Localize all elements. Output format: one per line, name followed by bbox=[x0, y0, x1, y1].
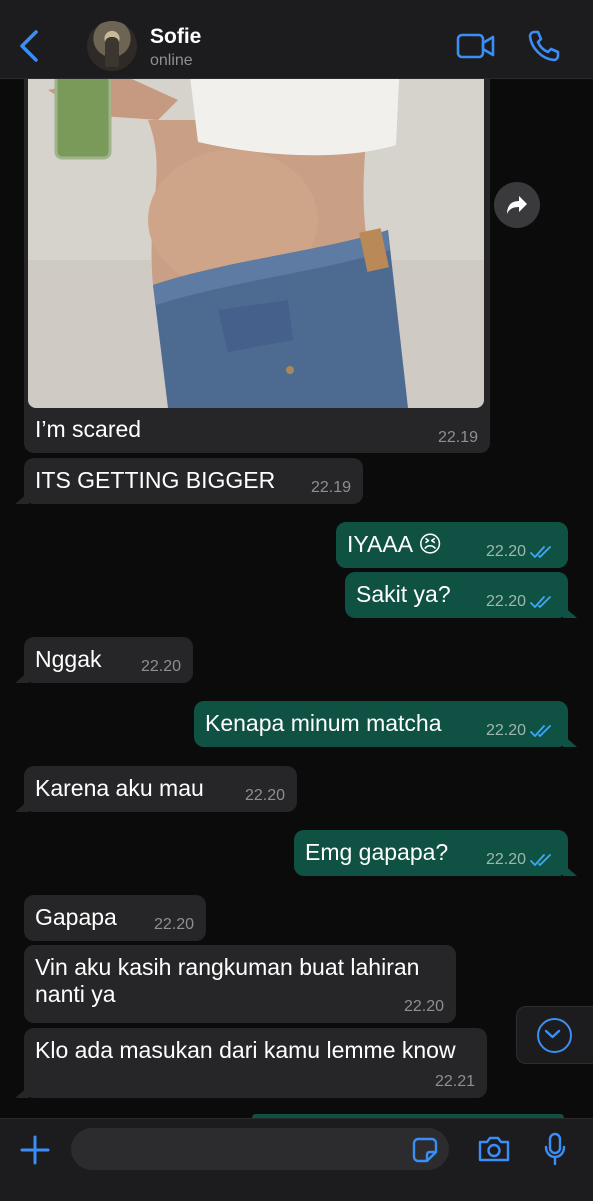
forward-icon bbox=[507, 196, 527, 214]
message-text-line: nanti ya bbox=[35, 981, 116, 1007]
message-text: Emg gapapa? bbox=[305, 839, 449, 865]
contact-status: online bbox=[150, 52, 193, 69]
message-time: 22.20 bbox=[485, 593, 526, 610]
forward-button[interactable] bbox=[494, 182, 540, 228]
scroll-down-button[interactable] bbox=[516, 1006, 593, 1064]
message-bubble-outgoing[interactable]: Kenapa minum matcha 22.20 bbox=[194, 701, 577, 747]
video-call-icon[interactable] bbox=[456, 32, 496, 60]
message-text: Karena aku mau bbox=[35, 775, 204, 801]
image-caption: I’m scared bbox=[35, 416, 142, 442]
double-check-icon bbox=[530, 724, 551, 737]
contact-name[interactable]: Sofie bbox=[150, 25, 201, 49]
message-time: 22.20 bbox=[140, 658, 181, 675]
back-chevron-icon[interactable] bbox=[14, 28, 44, 64]
message-text-line: Vin aku kasih rangkuman buat lahiran bbox=[35, 954, 420, 980]
message-time: 22.19 bbox=[310, 479, 351, 496]
message-time: 22.20 bbox=[485, 722, 526, 739]
message-text: Klo ada masukan dari kamu lemme know bbox=[35, 1037, 456, 1063]
message-time: 22.21 bbox=[434, 1073, 475, 1090]
message-bubble-incoming[interactable]: Gapapa 22.20 bbox=[24, 895, 206, 941]
message-bubble-outgoing[interactable]: Sakit ya? 22.20 bbox=[345, 572, 577, 618]
phone-icon[interactable] bbox=[527, 29, 561, 63]
message-time: 22.20 bbox=[485, 851, 526, 868]
double-check-icon bbox=[530, 545, 551, 558]
message-bubble-incoming[interactable]: Klo ada masukan dari kamu lemme know 22.… bbox=[15, 1028, 487, 1098]
message-text: Gapapa bbox=[35, 904, 117, 930]
message-bubble-incoming[interactable]: ITS GETTING BIGGER 22.19 bbox=[15, 458, 363, 504]
sticker-icon[interactable] bbox=[412, 1137, 438, 1163]
double-check-icon bbox=[530, 595, 551, 608]
chevron-down-icon bbox=[544, 1029, 561, 1039]
message-time: 22.20 bbox=[153, 916, 194, 933]
message-bubble-incoming[interactable]: Vin aku kasih rangkuman buat lahiran nan… bbox=[24, 945, 456, 1023]
image-message-bubble[interactable]: I’m scared 22.19 bbox=[24, 60, 490, 453]
message-text: ITS GETTING BIGGER bbox=[35, 467, 276, 493]
message-bubble-outgoing[interactable]: Emg gapapa? 22.20 bbox=[294, 830, 577, 876]
chat-header: Sofie online bbox=[0, 0, 593, 79]
message-time: 22.20 bbox=[485, 543, 526, 560]
message-time: 22.20 bbox=[244, 787, 285, 804]
message-bubble-incoming[interactable]: Nggak 22.20 bbox=[15, 637, 193, 683]
avatar[interactable] bbox=[87, 21, 137, 71]
message-bubble-outgoing[interactable]: IYAAA 😣 22.20 bbox=[336, 522, 568, 568]
plus-icon[interactable] bbox=[19, 1134, 51, 1166]
message-time: 22.20 bbox=[403, 998, 444, 1015]
message-text: Sakit ya? bbox=[356, 581, 451, 607]
message-input[interactable] bbox=[71, 1128, 449, 1170]
message-time: 22.19 bbox=[437, 429, 478, 446]
message-bubble-incoming[interactable]: Karena aku mau 22.20 bbox=[15, 766, 297, 812]
message-text: Kenapa minum matcha bbox=[205, 710, 442, 736]
message-text: IYAAA 😣 bbox=[347, 531, 443, 557]
microphone-icon[interactable] bbox=[543, 1132, 567, 1166]
message-photo[interactable] bbox=[28, 60, 484, 408]
message-text: Nggak bbox=[35, 646, 102, 672]
double-check-icon bbox=[530, 853, 551, 866]
camera-icon[interactable] bbox=[477, 1135, 511, 1163]
